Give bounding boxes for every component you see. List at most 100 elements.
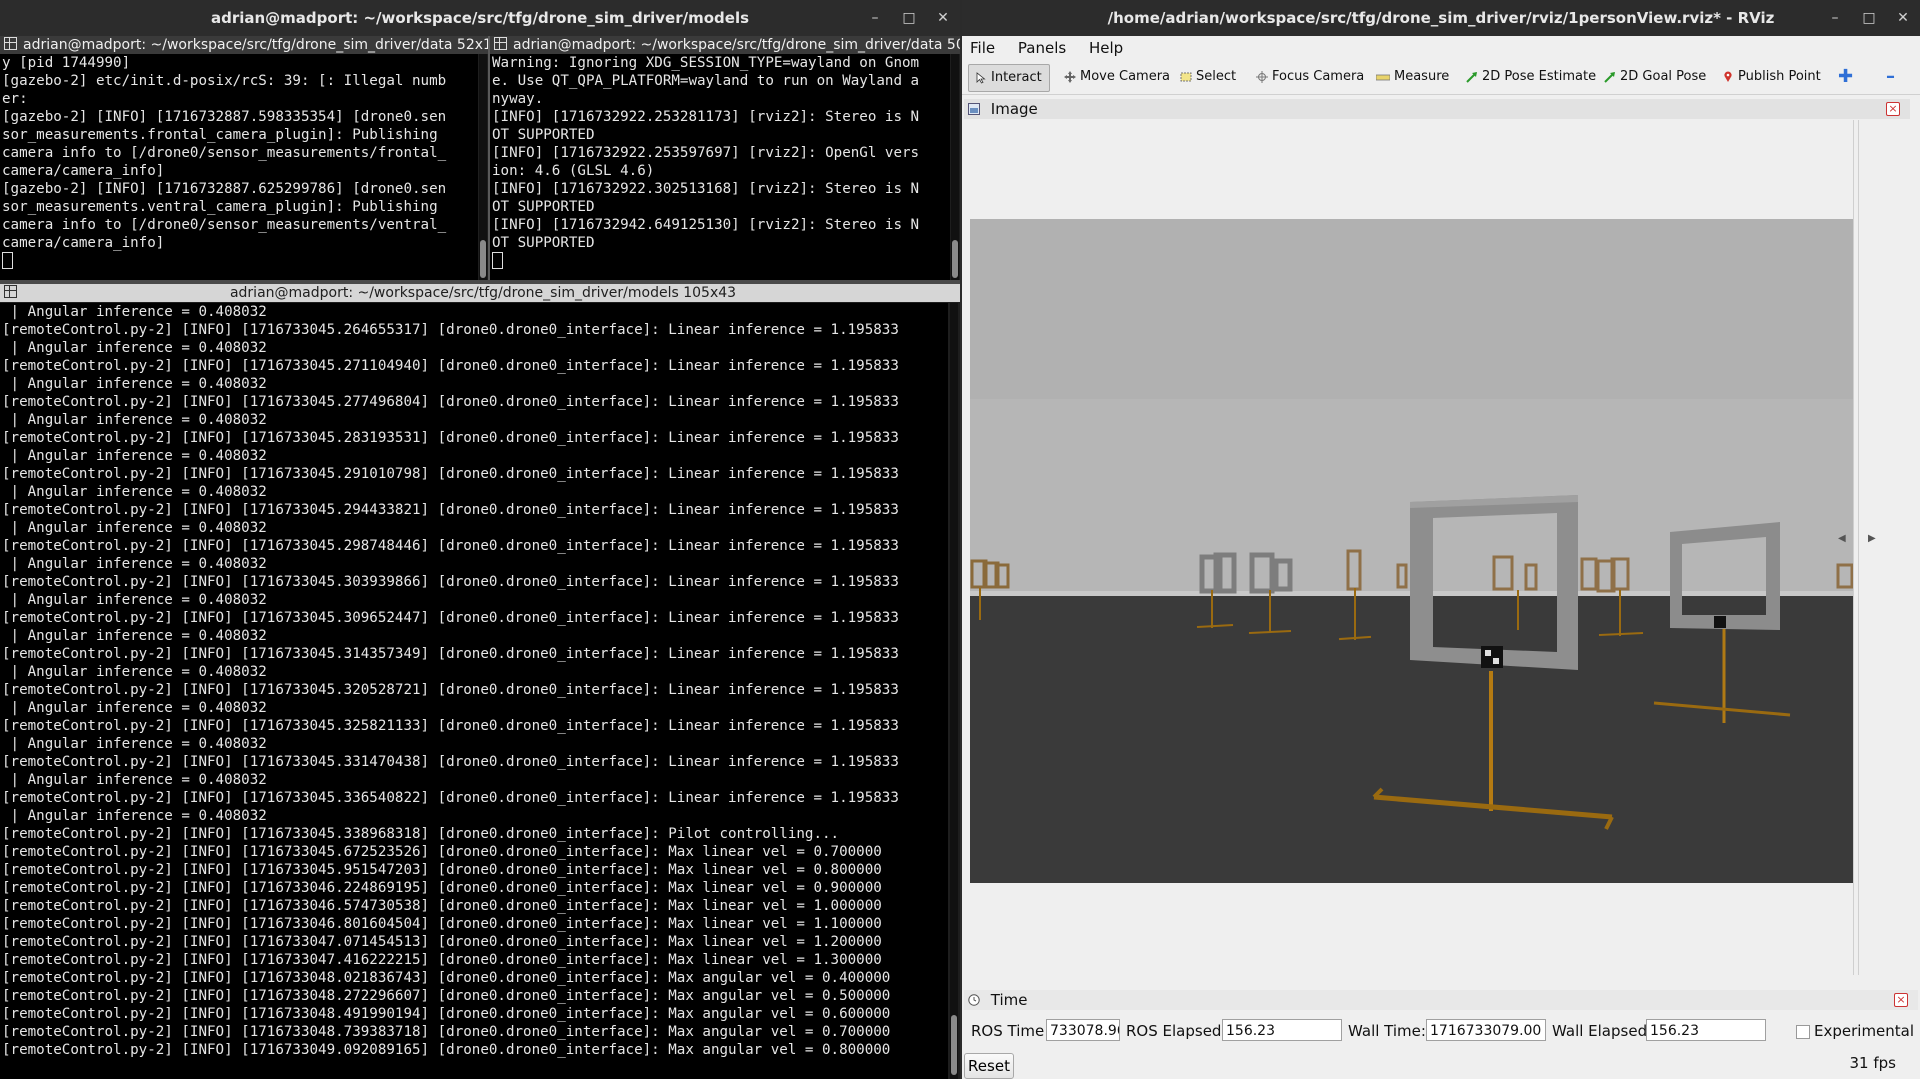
wall-time-label: Wall Time: <box>1348 1022 1426 1040</box>
menu-file[interactable]: File <box>970 36 995 60</box>
terminal-pane-top-left[interactable]: y [pid 1744990] [gazebo-2] etc/init.d-po… <box>0 54 478 280</box>
image-icon <box>968 103 980 115</box>
terminal-line: [remoteControl.py-2] [INFO] [1716733045.… <box>2 358 899 374</box>
terminal-output: y [pid 1744990] [gazebo-2] etc/init.d-po… <box>0 54 478 271</box>
terminal-line: camera/camera_info] <box>2 235 165 251</box>
move-camera-label: Move Camera <box>1080 69 1171 84</box>
menu-panels[interactable]: Panels <box>1018 36 1066 60</box>
terminal-line: [gazebo-2] [INFO] [1716732887.598335354]… <box>2 109 447 125</box>
ros-elapsed-field[interactable]: 156.23 <box>1222 1019 1342 1041</box>
terminal-line: [remoteControl.py-2] [INFO] [1716733046.… <box>2 898 882 914</box>
terminal-line: [remoteControl.py-2] [INFO] [1716733048.… <box>2 1006 891 1022</box>
ros-time-field[interactable]: 733078.96 <box>1046 1019 1120 1041</box>
terminal-pane-top-right[interactable]: Warning: Ignoring XDG_SESSION_TYPE=wayla… <box>490 54 950 280</box>
terminal-line: [remoteControl.py-2] [INFO] [1716733046.… <box>2 916 882 932</box>
reset-button[interactable]: Reset <box>964 1053 1014 1079</box>
terminal-line: | Angular inference = 0.408032 <box>2 664 267 680</box>
ruler-icon <box>1376 74 1390 81</box>
terminal-pane-bottom[interactable]: | Angular inference = 0.408032 [remoteCo… <box>0 303 948 1079</box>
terminal-line: e. Use QT_QPA_PLATFORM=wayland to run on… <box>492 73 920 89</box>
time-panel-header[interactable]: Time × <box>964 990 1918 1010</box>
interact-tool-button[interactable]: Interact <box>968 64 1050 92</box>
image-side-strip: ◀ ▶ <box>1838 120 1880 975</box>
minimize-icon[interactable]: – <box>866 9 884 27</box>
terminal-line: [remoteControl.py-2] [INFO] [1716733045.… <box>2 754 899 770</box>
terminal-line: y [pid 1744990] <box>2 55 131 71</box>
terminal-output: Warning: Ignoring XDG_SESSION_TYPE=wayla… <box>490 54 950 271</box>
time-panel-title: Time <box>990 991 1028 1009</box>
green-arrow-icon <box>1466 72 1477 83</box>
minimize-icon[interactable]: – <box>1826 9 1844 27</box>
focus-camera-tool-button[interactable]: Focus Camera <box>1256 64 1364 90</box>
pane-title-top-right[interactable]: adrian@madport: ~/workspace/src/tfg/dron… <box>490 36 960 54</box>
scrollbar[interactable] <box>479 54 487 280</box>
pane-title-bottom[interactable]: adrian@madport: ~/workspace/src/tfg/dron… <box>0 284 960 302</box>
close-panel-icon[interactable]: × <box>1894 993 1908 1007</box>
select-box-icon <box>1180 72 1192 82</box>
camera-image <box>970 219 1857 883</box>
terminal-cursor <box>2 252 13 269</box>
terminal-line: [remoteControl.py-2] [INFO] [1716733045.… <box>2 430 899 446</box>
terminal-line: [remoteControl.py-2] [INFO] [1716733045.… <box>2 646 899 662</box>
pane-title-text: adrian@madport: ~/workspace/src/tfg/dron… <box>229 285 737 301</box>
terminal-line: OT SUPPORTED <box>492 127 595 143</box>
pane-title-top-left[interactable]: adrian@madport: ~/workspace/src/tfg/dron… <box>0 36 490 54</box>
move-camera-tool-button[interactable]: Move Camera <box>1064 64 1170 90</box>
wall-elapsed-field[interactable]: 156.23 <box>1646 1019 1766 1041</box>
terminal-line: [remoteControl.py-2] [INFO] [1716733047.… <box>2 934 882 950</box>
select-tool-button[interactable]: Select <box>1180 64 1236 90</box>
terminal-line: | Angular inference = 0.408032 <box>2 628 267 644</box>
map-pin-icon <box>1724 71 1732 82</box>
fps-readout: 31 fps <box>1849 1054 1896 1072</box>
maximize-icon[interactable]: □ <box>1860 9 1878 27</box>
rviz-title-bar[interactable]: /home/adrian/workspace/src/tfg/drone_sim… <box>962 0 1920 36</box>
scrollbar-thumb[interactable] <box>951 1015 957 1075</box>
publish-point-tool-button[interactable]: Publish Point <box>1722 64 1821 90</box>
terminal-line: [remoteControl.py-2] [INFO] [1716733045.… <box>2 862 882 878</box>
measure-tool-button[interactable]: Measure <box>1376 64 1449 90</box>
measure-label: Measure <box>1394 69 1450 84</box>
add-tool-icon[interactable]: ✚ <box>1838 64 1853 90</box>
terminal-pane-icon <box>4 37 17 50</box>
focus-camera-label: Focus Camera <box>1272 69 1365 84</box>
collapse-left-icon[interactable]: ◀ <box>1838 533 1846 544</box>
terminal-line: er: <box>2 91 28 107</box>
scrollbar[interactable] <box>950 303 958 1079</box>
image-panel-title: Image <box>990 100 1038 118</box>
terminal-line: [remoteControl.py-2] [INFO] [1716733048.… <box>2 1024 891 1040</box>
terminal-window[interactable]: adrian@madport: ~/workspace/src/tfg/dron… <box>0 0 960 1079</box>
close-panel-icon[interactable]: × <box>1886 102 1900 116</box>
terminal-line: [INFO] [1716732922.253281173] [rviz2]: S… <box>492 109 920 125</box>
terminal-line: | Angular inference = 0.408032 <box>2 772 267 788</box>
pose-estimate-tool-button[interactable]: 2D Pose Estimate <box>1466 64 1596 90</box>
focus-crosshair-icon <box>1256 71 1268 83</box>
scrollbar[interactable] <box>951 54 959 280</box>
terminal-line: [remoteControl.py-2] [INFO] [1716733045.… <box>2 844 882 860</box>
tool-toolbar: Interact Move Camera Select Focus Camera… <box>962 60 1920 95</box>
image-view[interactable]: ◀ ▶ <box>970 120 1880 975</box>
select-label: Select <box>1196 69 1237 84</box>
terminal-line: Warning: Ignoring XDG_SESSION_TYPE=wayla… <box>492 55 920 71</box>
terminal-title-bar[interactable]: adrian@madport: ~/workspace/src/tfg/dron… <box>0 0 960 36</box>
terminal-line: | Angular inference = 0.408032 <box>2 700 267 716</box>
close-icon[interactable]: ✕ <box>934 9 952 27</box>
collapse-right-icon[interactable]: ▶ <box>1868 533 1876 544</box>
terminal-line: OT SUPPORTED <box>492 199 595 215</box>
scrollbar-thumb[interactable] <box>480 240 486 278</box>
image-panel-header[interactable]: Image × <box>964 99 1910 119</box>
terminal-line: [remoteControl.py-2] [INFO] [1716733048.… <box>2 988 891 1004</box>
rviz-window[interactable]: /home/adrian/workspace/src/tfg/drone_sim… <box>962 0 1920 1079</box>
goal-pose-tool-button[interactable]: 2D Goal Pose <box>1604 64 1706 90</box>
close-icon[interactable]: ✕ <box>1894 9 1912 27</box>
pose-estimate-label: 2D Pose Estimate <box>1482 69 1597 84</box>
scrollbar-thumb[interactable] <box>952 240 958 278</box>
menu-help[interactable]: Help <box>1089 36 1123 60</box>
green-arrow-icon <box>1604 72 1615 83</box>
terminal-line: [remoteControl.py-2] [INFO] [1716733045.… <box>2 574 899 590</box>
experimental-checkbox[interactable] <box>1796 1025 1810 1039</box>
maximize-icon[interactable]: □ <box>900 9 918 27</box>
goal-pose-label: 2D Goal Pose <box>1620 69 1707 84</box>
remove-tool-icon[interactable]: – <box>1886 64 1895 90</box>
terminal-line: camera/camera_info] <box>2 163 165 179</box>
wall-time-field[interactable]: 1716733079.00 <box>1426 1019 1546 1041</box>
